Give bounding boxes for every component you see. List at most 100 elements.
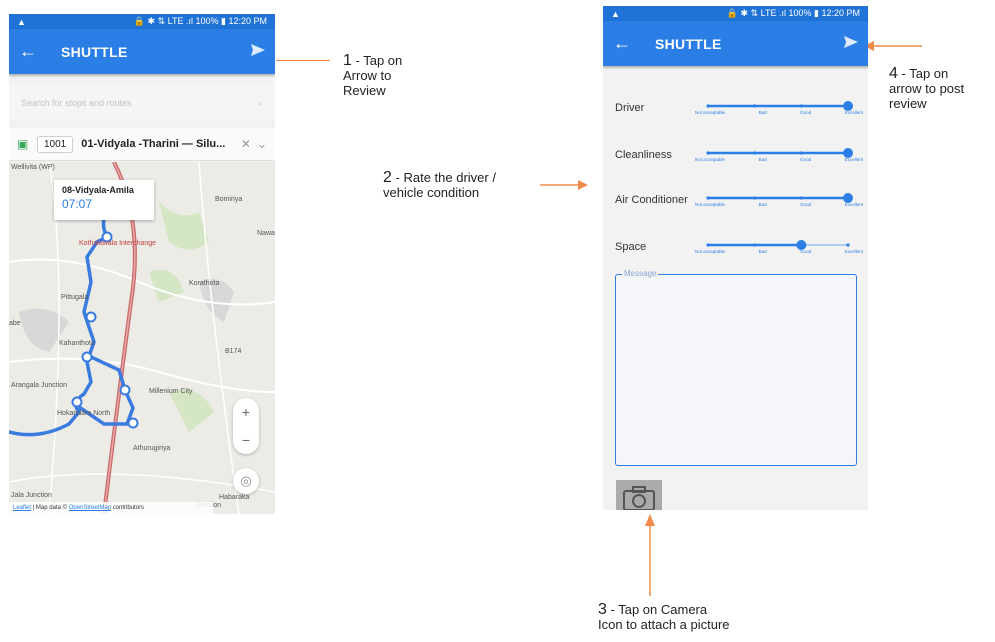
warning-icon: ▲ bbox=[17, 16, 26, 27]
stop-popup[interactable]: 08-Vidyala-Amila 07:07 bbox=[54, 180, 154, 220]
rating-label: Cleanliness bbox=[615, 149, 672, 161]
scale-label: Not acceptable bbox=[695, 249, 726, 254]
message-label: Message bbox=[622, 269, 659, 278]
back-arrow-icon[interactable]: ← bbox=[19, 41, 45, 62]
map-label: Athurugiriya bbox=[133, 445, 171, 452]
rating-label: Air Conditioner bbox=[615, 194, 688, 206]
attribution-text: | Map data © bbox=[31, 505, 69, 511]
bus-icon: ▣ bbox=[17, 137, 29, 151]
route-name: 01-Vidyala -Tharini — Silu... bbox=[81, 138, 226, 150]
camera-icon bbox=[623, 486, 655, 510]
rating-label: Driver bbox=[615, 102, 645, 114]
slider-tick bbox=[706, 151, 710, 155]
slider-tick bbox=[706, 104, 710, 108]
status-right: 🔒 ✱ ⇅ LTE .ıl 100% ▮ 12:20 PM bbox=[726, 8, 860, 18]
annotation-text: Review bbox=[343, 83, 386, 98]
annotation-number: 2 bbox=[383, 169, 392, 186]
annotation-arrow-2 bbox=[540, 180, 588, 190]
camera-button[interactable] bbox=[616, 480, 662, 510]
annotation-number: 3 bbox=[598, 601, 607, 618]
slider-tick bbox=[753, 104, 757, 108]
app-bar: ← SHUTTLE bbox=[603, 21, 868, 66]
map-label: Kothalawala Interchange bbox=[79, 240, 157, 247]
send-review-icon[interactable] bbox=[836, 35, 858, 53]
locate-icon: ◎ bbox=[240, 473, 252, 488]
scale-label: Bad bbox=[758, 202, 767, 207]
slider-tick bbox=[706, 243, 710, 247]
right-phone-screen: ▲ 🔒 ✱ ⇅ LTE .ıl 100% ▮ 12:20 PM ← SHUTTL… bbox=[603, 6, 868, 510]
map-label: Nawa bbox=[257, 230, 275, 237]
locate-button[interactable]: ◎ bbox=[233, 468, 259, 494]
annotation-number: 4 bbox=[889, 65, 898, 82]
scale-label: Bad bbox=[758, 110, 767, 115]
slider-tick bbox=[799, 196, 803, 200]
annotation-text: Arrow to bbox=[343, 68, 392, 83]
slider-tick bbox=[799, 104, 803, 108]
annotation-text: - Tap on bbox=[897, 66, 949, 81]
map-label: Bomiriya bbox=[215, 196, 243, 203]
search-input[interactable]: Search for stops and routes bbox=[21, 98, 132, 108]
annotation-number: 1 bbox=[343, 52, 352, 69]
annotation-line-1 bbox=[276, 60, 330, 61]
search-bar[interactable]: Search for stops and routes ⌕ bbox=[9, 86, 275, 120]
scale-labels: Not acceptable Bad Good Excellent bbox=[695, 249, 863, 254]
annotation-4: 4 - Tap on arrow to post review bbox=[889, 65, 965, 112]
map-view[interactable]: Wellivita (WP) Bomiriya Nawa Kothalawala… bbox=[9, 162, 275, 514]
zoom-in-button[interactable]: + bbox=[242, 404, 250, 420]
map-label: abe bbox=[9, 320, 21, 327]
map-label: Jala Junction bbox=[11, 492, 52, 499]
annotation-text: arrow to post bbox=[889, 81, 965, 96]
rating-space: Space Not acceptable Bad Good Excellent bbox=[615, 239, 863, 269]
scale-label: Excellent bbox=[844, 202, 863, 207]
openstreetmap-link[interactable]: OpenStreetMap bbox=[69, 505, 111, 511]
annotation-text: - Tap on bbox=[351, 53, 403, 68]
map-attribution: Leaflet | Map data © OpenStreetMap contr… bbox=[9, 502, 213, 514]
rating-driver: Driver Not acceptable Bad Good Excellent bbox=[615, 100, 863, 130]
scale-label: Bad bbox=[758, 157, 767, 162]
annotation-1: 1 - Tap on Arrow to Review bbox=[343, 52, 403, 99]
scale-label: Excellent bbox=[844, 157, 863, 162]
chevron-down-icon[interactable]: ⌄ bbox=[257, 137, 267, 151]
scale-label: Not acceptable bbox=[695, 110, 726, 115]
slider-tick bbox=[799, 151, 803, 155]
map-label: Wellivita (WP) bbox=[11, 164, 55, 171]
zoom-out-button[interactable]: − bbox=[242, 432, 250, 448]
app-title: SHUTTLE bbox=[61, 43, 128, 60]
popup-time: 07:07 bbox=[62, 197, 93, 211]
scale-label: Good bbox=[800, 249, 812, 254]
message-textarea[interactable]: Message bbox=[615, 269, 857, 466]
scale-label: Good bbox=[800, 157, 812, 162]
search-icon[interactable]: ⌕ bbox=[258, 98, 263, 109]
route-selector[interactable]: ▣ 1001 01-Vidyala -Tharini — Silu... ✕ ⌄ bbox=[9, 128, 275, 161]
back-arrow-icon[interactable]: ← bbox=[613, 33, 639, 54]
slider-tick bbox=[753, 243, 757, 247]
annotation-text: - Tap on Camera bbox=[606, 602, 708, 617]
map-label: Kahanthota bbox=[59, 340, 95, 347]
map-label: Hokandara North bbox=[57, 410, 111, 417]
scale-label: Not acceptable bbox=[695, 202, 726, 207]
status-bar: ▲ 🔒 ✱ ⇅ LTE .ıl 100% ▮ 12:20 PM bbox=[603, 6, 868, 21]
slider-tick bbox=[706, 196, 710, 200]
annotation-arrow-4 bbox=[864, 41, 922, 51]
scale-label: Good bbox=[800, 202, 812, 207]
send-review-icon[interactable] bbox=[243, 43, 265, 61]
scale-labels: Not acceptable Bad Good Excellent bbox=[695, 110, 863, 115]
map-label: Arangala Junction bbox=[11, 382, 68, 389]
left-phone-screen: ▲ 🔒 ✱ ⇅ LTE .ıl 100% ▮ 12:20 PM ← SHUTTL… bbox=[9, 14, 275, 514]
map-label: Pittugala bbox=[61, 294, 89, 301]
map-label: Korathota bbox=[189, 280, 220, 287]
status-bar: ▲ 🔒 ✱ ⇅ LTE .ıl 100% ▮ 12:20 PM bbox=[9, 14, 275, 29]
annotation-3: 3 - Tap on Camera Icon to attach a pictu… bbox=[598, 601, 730, 633]
annotation-text: vehicle condition bbox=[383, 185, 480, 200]
app-bar: ← SHUTTLE bbox=[9, 29, 275, 74]
zoom-control: + − bbox=[233, 398, 259, 454]
annotation-text: Icon to attach a picture bbox=[598, 617, 730, 632]
scale-label: Good bbox=[800, 110, 812, 115]
scale-labels: Not acceptable Bad Good Excellent bbox=[695, 157, 863, 162]
warning-icon: ▲ bbox=[611, 8, 620, 19]
clear-route-icon[interactable]: ✕ bbox=[241, 137, 251, 151]
route-number: 1001 bbox=[37, 135, 74, 153]
slider-tick bbox=[753, 151, 757, 155]
scale-labels: Not acceptable Bad Good Excellent bbox=[695, 202, 863, 207]
leaflet-link[interactable]: Leaflet bbox=[13, 505, 31, 511]
